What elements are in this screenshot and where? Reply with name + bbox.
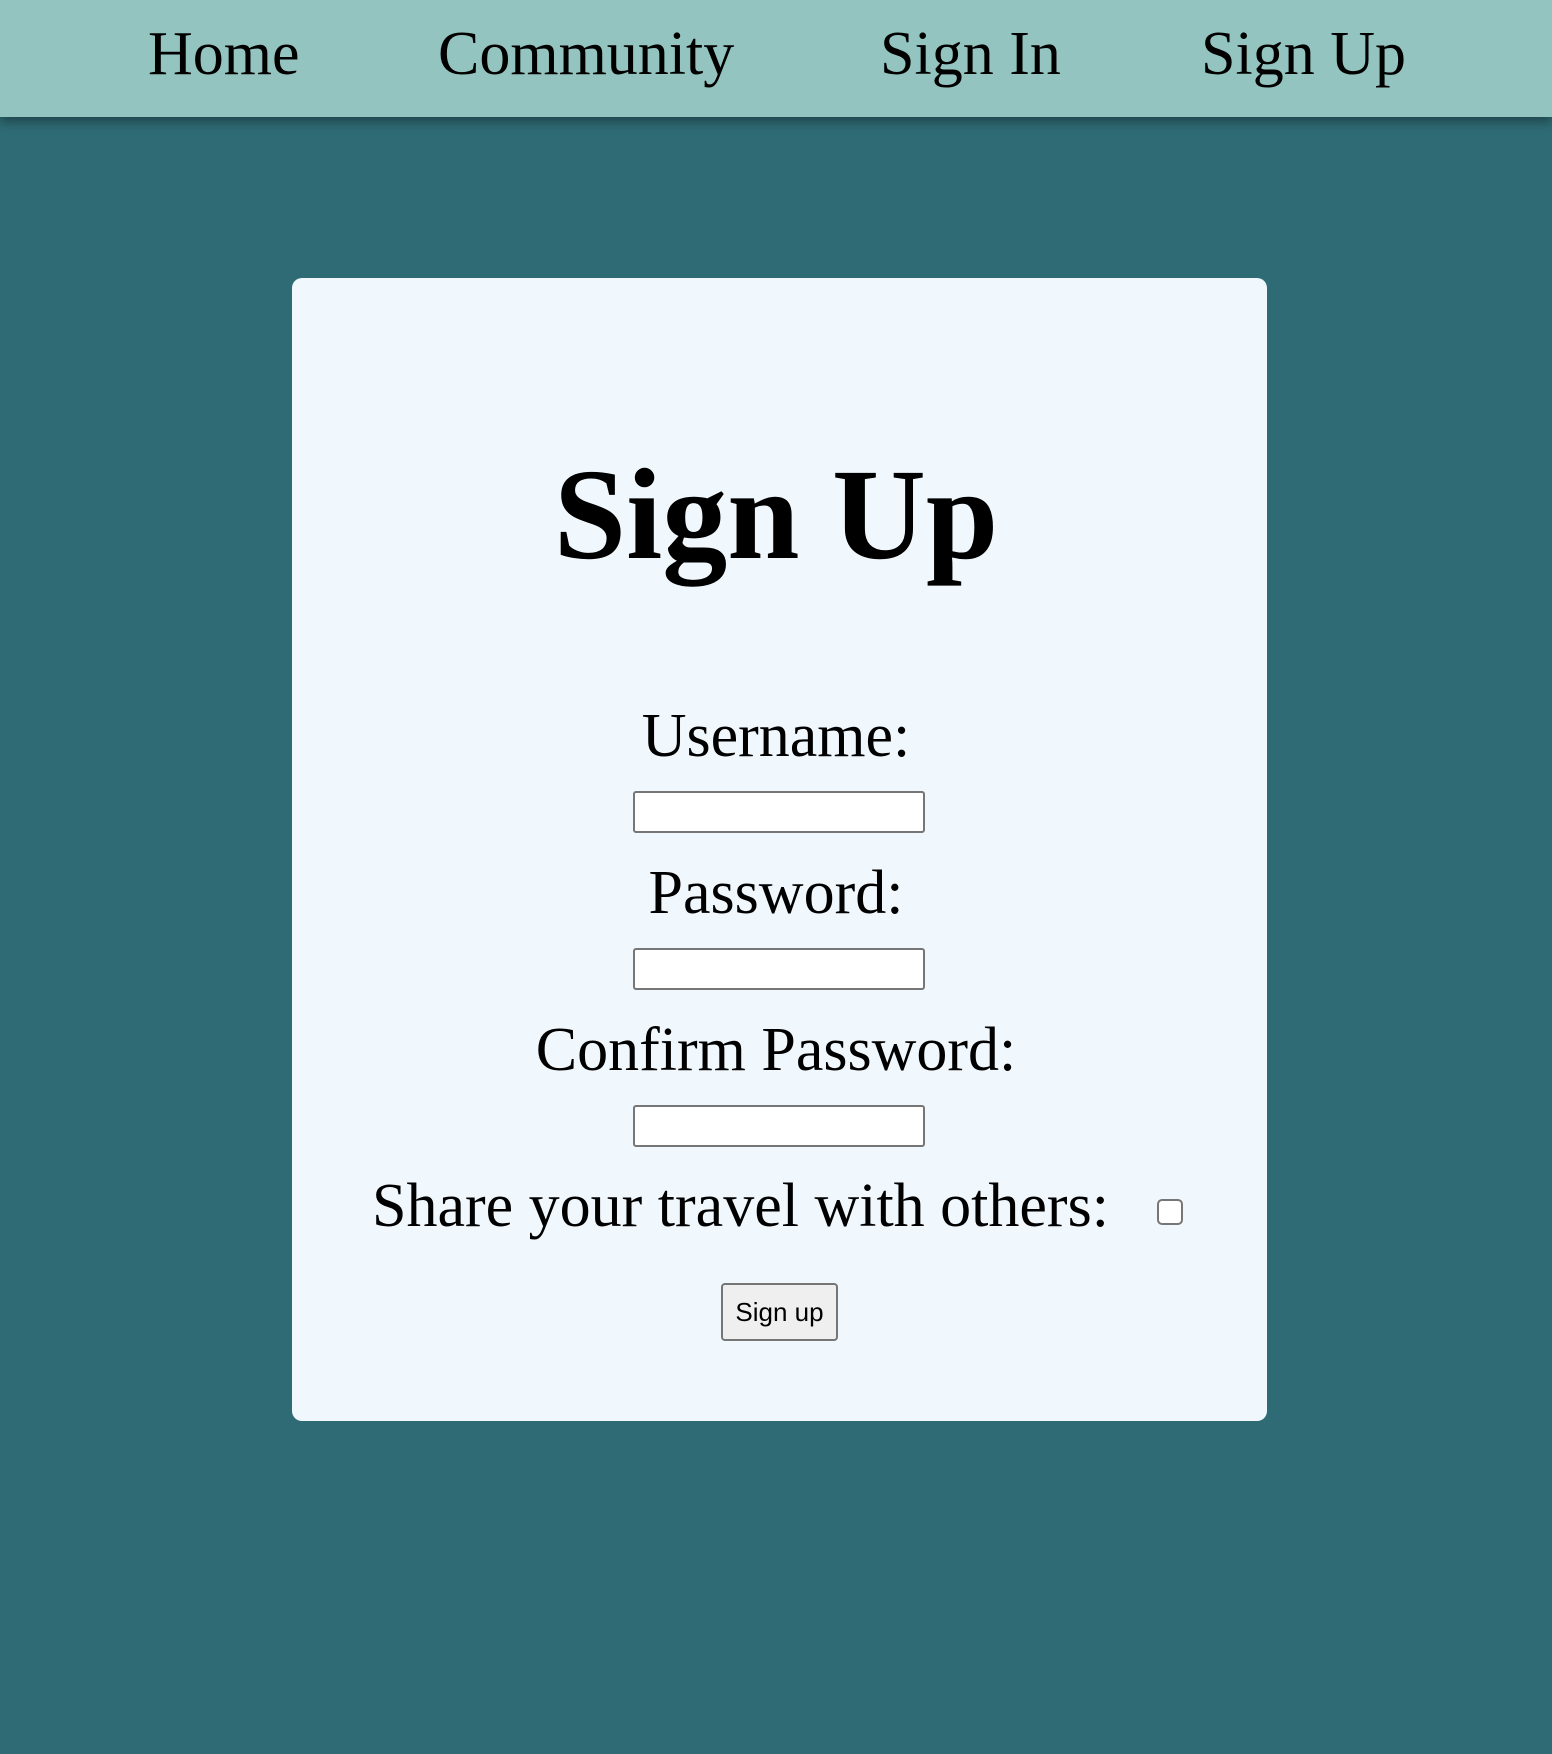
share-travel-row: Share your travel with others: <box>372 1170 1183 1242</box>
page-title: Sign Up <box>553 443 999 587</box>
nav-home-link[interactable]: Home <box>148 18 300 90</box>
sign-up-button[interactable]: Sign up <box>721 1283 838 1341</box>
password-label: Password: <box>648 859 904 927</box>
nav-sign-in-link[interactable]: Sign In <box>880 18 1061 90</box>
confirm-password-label: Confirm Password: <box>535 1016 1017 1084</box>
confirm-password-input[interactable] <box>633 1105 925 1147</box>
username-label: Username: <box>641 702 911 770</box>
share-travel-label: Share your travel with others: <box>372 1172 1109 1240</box>
username-input[interactable] <box>633 791 925 833</box>
password-input[interactable] <box>633 948 925 990</box>
share-travel-checkbox[interactable] <box>1157 1199 1183 1225</box>
top-navbar: Home Community Sign In Sign Up <box>0 0 1552 117</box>
nav-sign-up-link[interactable]: Sign Up <box>1201 18 1406 90</box>
nav-community-link[interactable]: Community <box>438 18 734 90</box>
